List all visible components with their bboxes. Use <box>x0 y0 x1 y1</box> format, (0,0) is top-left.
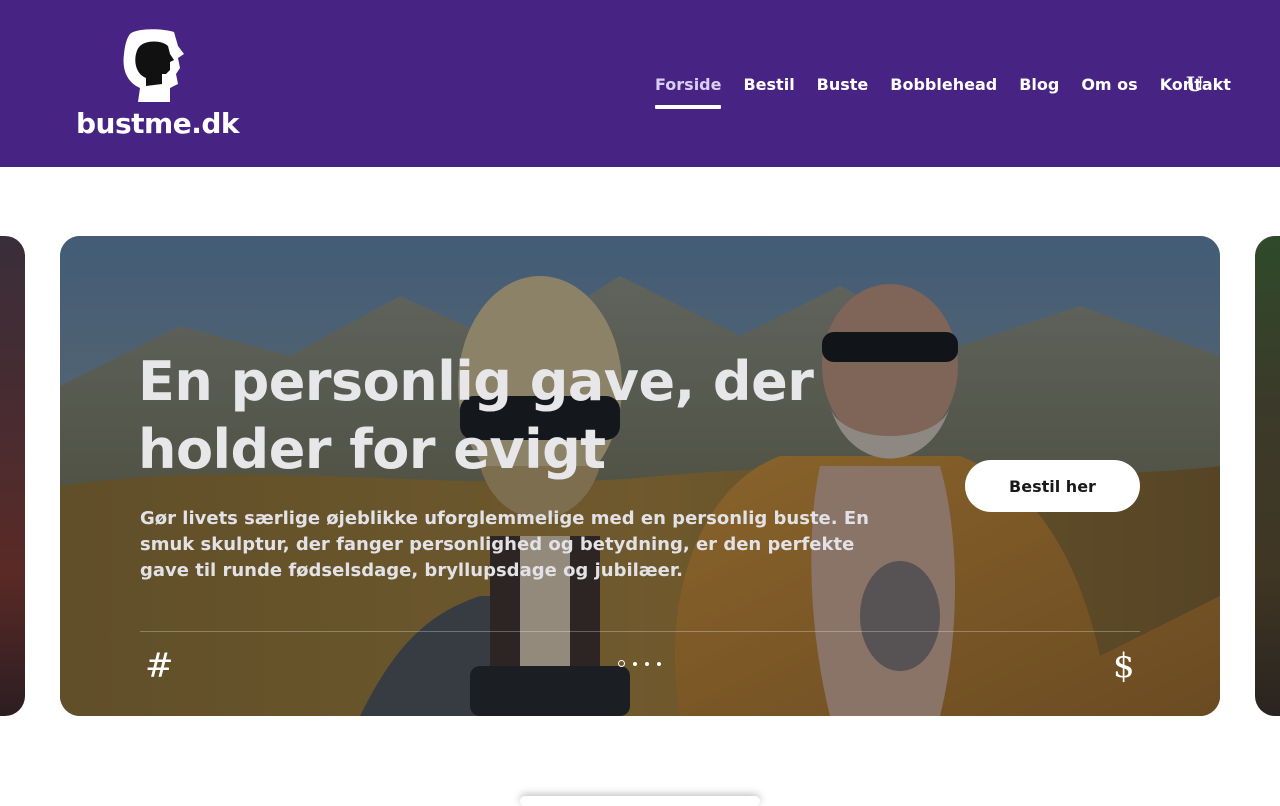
next-section-card-edge <box>520 796 760 806</box>
previous-slide-peek[interactable] <box>0 236 25 716</box>
main-nav: Forside Bestil Buste Bobblehead Blog Om … <box>655 74 1231 109</box>
site-header: bustme.dk Forside Bestil Buste Bobblehea… <box>0 0 1280 167</box>
prev-arrow-icon[interactable]: # <box>145 646 174 686</box>
slide-dot-1[interactable] <box>618 660 625 667</box>
user-icon[interactable]: U <box>1186 72 1203 96</box>
nav-item-bestil[interactable]: Bestil <box>743 75 794 95</box>
nav-item-forside[interactable]: Forside <box>655 75 722 109</box>
hero-slide: En personlig gave, der holder for evigt … <box>60 236 1220 716</box>
slide-dot-4[interactable] <box>657 661 661 666</box>
nav-item-blog[interactable]: Blog <box>1019 75 1059 95</box>
nav-item-buste[interactable]: Buste <box>817 75 869 95</box>
nav-item-om-os[interactable]: Om os <box>1081 75 1137 95</box>
slide-dot-2[interactable] <box>633 661 637 666</box>
next-slide-peek[interactable] <box>1255 236 1280 716</box>
site-logo[interactable]: bustme.dk <box>76 28 240 140</box>
order-button[interactable]: Bestil her <box>965 460 1140 512</box>
hero-description: Gør livets særlige øjeblikke uforglemmel… <box>140 508 869 581</box>
hero-title: En personlig gave, der holder for evigt <box>138 350 814 481</box>
bust-logo-icon <box>123 29 184 102</box>
next-arrow-icon[interactable]: $ <box>1113 646 1135 686</box>
brand-name: bustme.dk <box>76 107 240 140</box>
nav-item-bobblehead[interactable]: Bobblehead <box>890 75 997 95</box>
slide-dot-3[interactable] <box>645 661 649 666</box>
hero-divider <box>140 631 1140 632</box>
slide-indicators <box>618 660 661 667</box>
